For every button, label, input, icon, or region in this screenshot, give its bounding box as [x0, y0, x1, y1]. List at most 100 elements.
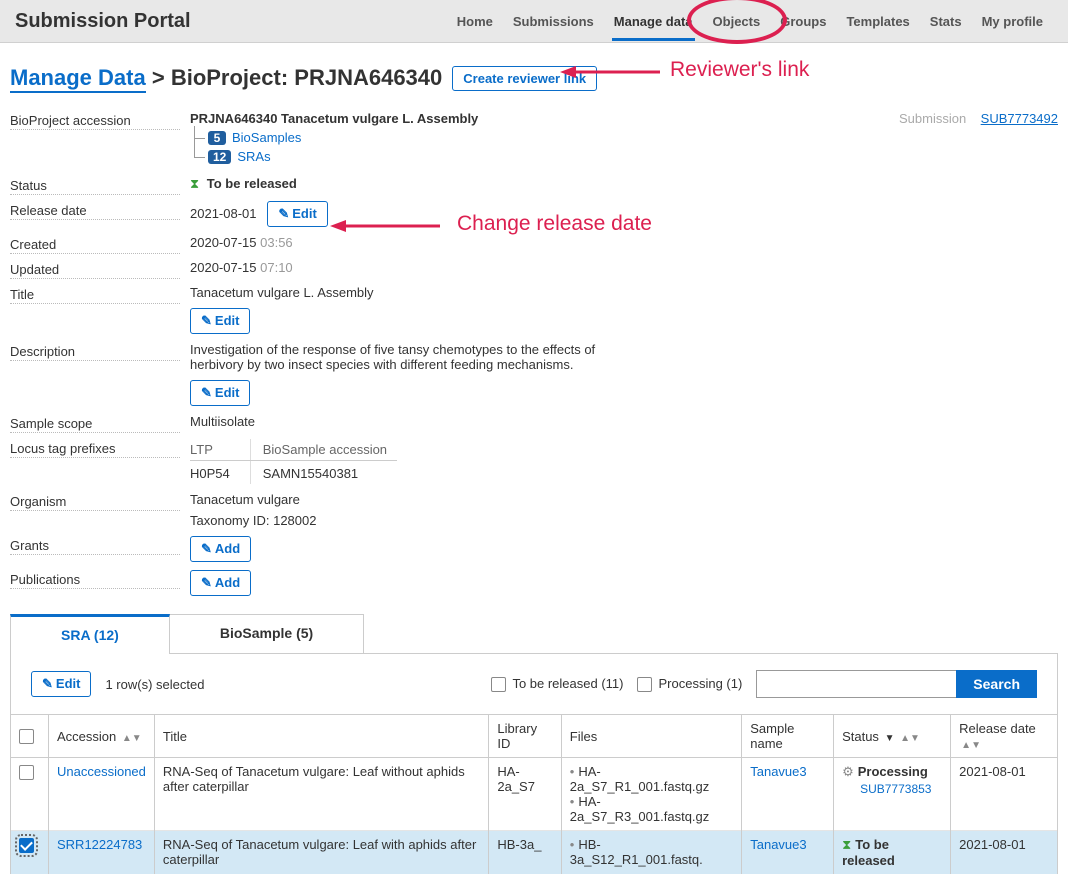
table-row[interactable]: SRR12224783 RNA-Seq of Tanacetum vulgare:… [11, 831, 1058, 874]
grants-label: Grants [10, 536, 190, 553]
portal-title: Submission Portal [15, 10, 191, 33]
nav-stats[interactable]: Stats [920, 2, 972, 41]
accession-value: PRJNA646340 Tanacetum vulgare L. Assembl… [190, 111, 888, 168]
row-checkbox[interactable] [19, 838, 34, 853]
row-title: RNA-Seq of Tanacetum vulgare: Leaf with … [154, 831, 488, 874]
grants-value: ✎Add [190, 536, 888, 562]
publications-value: ✎Add [190, 570, 888, 596]
sras-link[interactable]: SRAs [237, 149, 270, 164]
search-input[interactable] [756, 670, 956, 698]
col-sample[interactable]: Sample name [742, 715, 834, 758]
submission-side-link[interactable]: SUB7773492 [981, 111, 1058, 126]
col-label: Status [842, 729, 879, 744]
accession-link[interactable]: SRR12224783 [57, 837, 142, 852]
ltp-table: LTPBioSample accession H0P54SAMN15540381 [190, 439, 397, 484]
nav-home[interactable]: Home [447, 2, 503, 41]
sample-link[interactable]: Tanavue3 [750, 764, 806, 779]
bullet-icon: • [570, 764, 575, 779]
search-button[interactable]: Search [956, 670, 1037, 698]
nav-objects[interactable]: Objects [703, 2, 771, 41]
nav-submissions[interactable]: Submissions [503, 2, 604, 41]
sras-count-badge: 12 [208, 150, 231, 164]
table-row[interactable]: Unaccessioned RNA-Seq of Tanacetum vulgar… [11, 758, 1058, 831]
edit-release-date-button[interactable]: ✎Edit [267, 201, 327, 227]
rows-selected-label: 1 row(s) selected [105, 677, 204, 692]
submission-side: Submission SUB7773492 [888, 111, 1058, 126]
edit-description-button[interactable]: ✎Edit [190, 380, 250, 406]
col-release[interactable]: Release date ▲▼ [951, 715, 1058, 758]
biosamples-link[interactable]: BioSamples [232, 130, 301, 145]
checkbox-icon[interactable] [491, 677, 506, 692]
created-label: Created [10, 235, 190, 252]
filter-processing[interactable]: Processing (1) [637, 676, 742, 692]
checkbox-icon[interactable] [637, 677, 652, 692]
col-label: Release date [959, 721, 1036, 736]
row-release: 2021-08-01 [951, 831, 1058, 874]
gear-icon: ⚙ [842, 764, 854, 779]
create-reviewer-link-button[interactable]: Create reviewer link [452, 66, 597, 91]
nav-manage-data[interactable]: Manage data [604, 2, 703, 41]
publications-label: Publications [10, 570, 190, 587]
edit-label: Edit [56, 676, 81, 691]
breadcrumb: Manage Data > BioProject: PRJNA646340 [10, 65, 442, 91]
created-value: 2020-07-15 03:56 [190, 235, 888, 250]
taxonomy-text: Taxonomy ID: 128002 [190, 513, 888, 528]
add-grants-button[interactable]: ✎Add [190, 536, 251, 562]
row-status: ⚙ProcessingSUB7773853 [834, 758, 951, 831]
pencil-icon: ✎ [42, 676, 53, 691]
row-library: HB-3a_ [489, 831, 561, 874]
row-title: RNA-Seq of Tanacetum vulgare: Leaf witho… [154, 758, 488, 831]
col-library[interactable]: Library ID [489, 715, 561, 758]
select-all-checkbox[interactable] [19, 729, 34, 744]
nav-my-profile[interactable]: My profile [972, 2, 1053, 41]
description-label: Description [10, 342, 190, 359]
details-panel: BioProject accession PRJNA646340 Tanacet… [10, 111, 1058, 596]
hourglass-icon: ⧗ [190, 176, 199, 191]
row-checkbox[interactable] [19, 765, 34, 780]
release-date-text: 2021-08-01 [190, 206, 257, 221]
updated-date: 2020-07-15 [190, 260, 257, 275]
col-files[interactable]: Files [561, 715, 741, 758]
breadcrumb-detail: BioProject: PRJNA646340 [171, 65, 442, 90]
breadcrumb-sep: > [152, 65, 171, 90]
updated-label: Updated [10, 260, 190, 277]
hourglass-icon: ⧗ [842, 837, 851, 852]
bullet-icon: • [570, 794, 575, 809]
release-date-value: 2021-08-01 ✎Edit [190, 201, 888, 227]
edit-title-button[interactable]: ✎Edit [190, 308, 250, 334]
row-files: •HA-2a_S7_R1_001.fastq.gz•HA-2a_S7_R3_00… [561, 758, 741, 831]
ltp-col1: LTP [190, 439, 250, 461]
sras-row: 12 SRAs [208, 149, 888, 164]
pencil-icon: ✎ [201, 541, 212, 556]
ltp-col2: BioSample accession [250, 439, 397, 461]
status-text: To be released [207, 176, 297, 191]
created-time: 03:56 [260, 235, 293, 250]
col-accession[interactable]: Accession ▲▼ [49, 715, 155, 758]
organism-value: Tanacetum vulgare Taxonomy ID: 128002 [190, 492, 888, 528]
edit-label: Edit [215, 385, 240, 400]
tab-biosample[interactable]: BioSample (5) [169, 614, 364, 653]
pencil-icon: ✎ [278, 206, 289, 221]
add-label: Add [215, 541, 240, 556]
accession-link[interactable]: Unaccessioned [57, 764, 146, 779]
col-label: Accession [57, 729, 116, 744]
breadcrumb-root-link[interactable]: Manage Data [10, 65, 146, 93]
add-publications-button[interactable]: ✎Add [190, 570, 251, 596]
edit-label: Edit [215, 313, 240, 328]
tab-sra[interactable]: SRA (12) [10, 614, 170, 653]
submission-side-label: Submission [899, 111, 966, 126]
filter-to-be-released[interactable]: To be released (11) [491, 676, 623, 692]
row-release: 2021-08-01 [951, 758, 1058, 831]
filter-label: Processing (1) [658, 676, 742, 691]
status-sublink[interactable]: SUB7773853 [860, 782, 942, 796]
col-title[interactable]: Title [154, 715, 488, 758]
add-label: Add [215, 575, 240, 590]
edit-label: Edit [292, 206, 317, 221]
sample-link[interactable]: Tanavue3 [750, 837, 806, 852]
toolbar-edit-button[interactable]: ✎Edit [31, 671, 91, 697]
nav-templates[interactable]: Templates [836, 2, 919, 41]
sra-table: Accession ▲▼ Title Library ID Files Samp… [10, 714, 1058, 874]
nav-groups[interactable]: Groups [770, 2, 836, 41]
col-status[interactable]: Status ▼ ▲▼ [834, 715, 951, 758]
breadcrumb-row: Manage Data > BioProject: PRJNA646340 Cr… [10, 65, 1058, 91]
